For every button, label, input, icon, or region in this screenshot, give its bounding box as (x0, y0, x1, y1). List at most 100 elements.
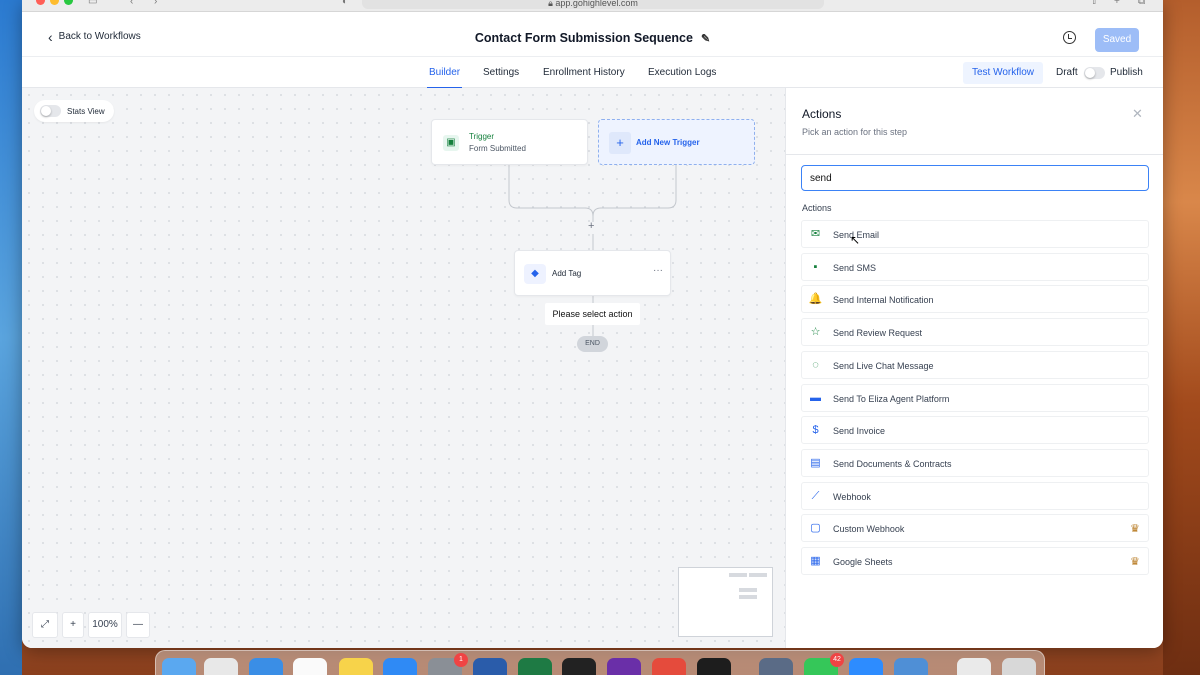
action-item[interactable]: ▢ Custom Webhook ♛ (801, 514, 1149, 543)
tab-settings[interactable]: Settings (483, 67, 519, 78)
minimap-node (749, 573, 767, 577)
messages-badge: 42 (830, 653, 844, 667)
tab-builder[interactable]: Builder (426, 67, 463, 89)
action-item[interactable]: ▪ Send SMS (801, 252, 1149, 281)
add-tag-node[interactable]: ◆ Add Tag ··· (514, 250, 671, 296)
plus-icon: + (609, 132, 631, 154)
add-tag-label: Add Tag (552, 269, 582, 278)
minimize-window-button[interactable] (50, 0, 59, 5)
action-item[interactable]: ◌ Send Live Chat Message (801, 350, 1149, 379)
maximize-window-button[interactable] (64, 0, 73, 5)
preview-icon[interactable] (894, 658, 928, 675)
add-step-plus-icon[interactable]: + (588, 220, 594, 232)
desktop-right-strip (1163, 0, 1200, 675)
url-text: app.gohighlevel.com (555, 0, 638, 8)
action-item[interactable]: ▬ Send To Eliza Agent Platform (801, 383, 1149, 412)
add-trigger-label: Add New Trigger (636, 138, 700, 147)
pencil-icon[interactable]: ✎ (701, 33, 710, 45)
excel-icon[interactable] (518, 658, 552, 675)
test-workflow-button[interactable]: Test Workflow (963, 62, 1043, 84)
tab-execution-logs[interactable]: Execution Logs (648, 67, 716, 78)
downloads-icon[interactable] (957, 658, 991, 675)
action-item-label: Send Review Request (833, 328, 923, 339)
finder-icon[interactable] (162, 658, 196, 675)
trash-icon[interactable] (1002, 658, 1036, 675)
fit-screen-icon[interactable]: ⤢ (32, 612, 58, 638)
draft-label: Draft (1056, 67, 1078, 78)
tag-icon: ◆ (524, 264, 546, 284)
trigger-node[interactable]: ▣ Trigger Form Submitted (431, 119, 588, 165)
app-store-icon[interactable] (383, 658, 417, 675)
browser-window: ▭ ‹ › ◐ 🔒︎ app.gohighlevel.com ⇧ + ⧉ ‹ B… (22, 0, 1163, 648)
workflow-title-text: Contact Form Submission Sequence (474, 31, 693, 45)
action-item[interactable]: ⟋ Webhook (801, 481, 1149, 510)
action-item[interactable]: 🔔 Send Internal Notification (801, 285, 1149, 314)
calendar-icon[interactable] (293, 658, 327, 675)
address-bar[interactable]: 🔒︎ app.gohighlevel.com (362, 0, 824, 9)
file-icon: ▢ (810, 522, 821, 535)
action-search-input[interactable] (801, 165, 1149, 191)
email-icon: ✉ (810, 228, 821, 240)
saved-button[interactable]: Saved (1095, 28, 1139, 52)
panel-title: Actions (802, 107, 842, 121)
app-icon[interactable] (759, 658, 793, 675)
notes-icon[interactable] (339, 658, 373, 675)
safari-icon[interactable] (249, 658, 283, 675)
app-header: ‹ Back to Workflows Contact Form Submiss… (22, 12, 1163, 57)
trigger-subtitle: Form Submitted (469, 144, 526, 153)
crown-icon: ♛ (1130, 523, 1140, 536)
history-icon[interactable] (1063, 31, 1076, 44)
panel-subtitle: Pick an action for this step (802, 127, 908, 137)
zoom-icon[interactable] (849, 658, 883, 675)
safari-toolbar: ▭ ‹ › ◐ 🔒︎ app.gohighlevel.com ⇧ + ⧉ (22, 0, 1163, 12)
workflow-canvas[interactable]: Stats View ▣ Trigger Form Submitted + Ad… (22, 88, 785, 648)
tab-enrollment-history[interactable]: Enrollment History (543, 67, 625, 78)
back-arrow-icon[interactable]: ‹ (130, 0, 133, 7)
launchpad-icon[interactable] (204, 658, 238, 675)
panel-divider (786, 154, 1163, 155)
macos-dock: 1 42 (155, 650, 1045, 675)
zoom-out-button[interactable]: — (126, 612, 150, 638)
screen-capture-icon[interactable] (562, 658, 596, 675)
publish-toggle[interactable] (1084, 67, 1105, 79)
desktop-left-strip (0, 0, 22, 675)
sheets-icon: ▦ (810, 555, 821, 567)
shield-icon: ◐ (342, 0, 349, 7)
sidebar-toggle-icon[interactable]: ▭ (88, 0, 97, 7)
new-tab-icon[interactable]: + (1114, 0, 1120, 7)
word-icon[interactable] (473, 658, 507, 675)
close-icon[interactable]: ✕ (1132, 106, 1143, 122)
action-item-label: Send Invoice (833, 426, 886, 437)
more-options-icon[interactable]: ··· (653, 265, 663, 276)
action-item[interactable]: ▤ Send Documents & Contracts (801, 448, 1149, 477)
actions-section-label: Actions (802, 203, 832, 213)
webhook-icon: ⟋ (811, 489, 820, 502)
action-item-label: Send To Eliza Agent Platform (833, 393, 950, 404)
action-item[interactable]: ☆ Send Review Request (801, 318, 1149, 347)
end-badge: END (577, 336, 608, 352)
app-icon[interactable] (607, 658, 641, 675)
please-select-action-label: Please select action (545, 303, 640, 325)
action-item[interactable]: $ Send Invoice (801, 416, 1149, 445)
add-new-trigger-button[interactable]: + Add New Trigger (598, 119, 755, 165)
workflow-title: Contact Form Submission Sequence ✎ (22, 31, 1163, 45)
share-icon[interactable]: ⇧ (1090, 0, 1098, 7)
publish-label: Publish (1110, 67, 1143, 78)
mouse-cursor-icon: ↖ (850, 233, 861, 247)
close-window-button[interactable] (36, 0, 45, 5)
terminal-icon[interactable] (697, 658, 731, 675)
action-item[interactable]: ▦ Google Sheets ♛ (801, 547, 1149, 575)
zoom-level: 100% (88, 612, 122, 638)
chrome-icon[interactable] (652, 658, 686, 675)
trigger-title: Trigger (469, 132, 495, 141)
document-icon: ▤ (810, 456, 821, 469)
tabs-overview-icon[interactable]: ⧉ (1138, 0, 1145, 7)
action-item-label: Webhook (833, 491, 871, 502)
clipboard-icon: ▣ (443, 135, 459, 151)
action-item-label: Google Sheets (833, 557, 893, 567)
zoom-in-button[interactable]: + (62, 612, 84, 638)
action-item-label: Send Internal Notification (833, 295, 934, 306)
zoom-controls: ⤢ + 100% — (32, 612, 150, 638)
forward-arrow-icon[interactable]: › (154, 0, 157, 7)
minimap[interactable] (678, 567, 773, 637)
